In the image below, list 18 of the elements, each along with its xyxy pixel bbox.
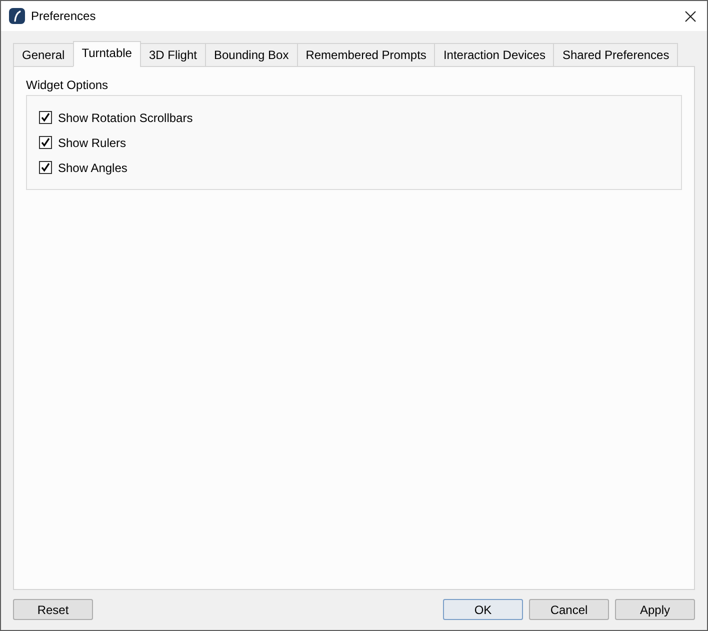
dialog-button[interactable]: Apply <box>615 599 695 620</box>
checkbox-label[interactable]: Show Rotation Scrollbars <box>58 110 193 124</box>
dialog-button[interactable]: Reset <box>13 599 93 620</box>
close-icon <box>684 10 696 22</box>
checkbox[interactable] <box>39 136 52 149</box>
tab[interactable]: 3D Flight <box>140 43 206 67</box>
tab[interactable]: General <box>13 43 74 67</box>
window-title: Preferences <box>31 9 96 23</box>
dialog-button[interactable]: OK <box>443 599 523 620</box>
group-title: Widget Options <box>26 77 108 93</box>
tab[interactable]: Shared Preferences <box>553 43 678 67</box>
checkbox[interactable] <box>39 111 52 124</box>
checkbox-label[interactable]: Show Angles <box>58 160 128 174</box>
swoosh-logo-icon <box>9 8 25 24</box>
tab[interactable]: Turntable <box>72 41 141 67</box>
checkbox[interactable] <box>39 161 52 174</box>
dialog-button[interactable]: Cancel <box>529 599 609 620</box>
checkbox-label[interactable]: Show Rulers <box>58 136 126 150</box>
